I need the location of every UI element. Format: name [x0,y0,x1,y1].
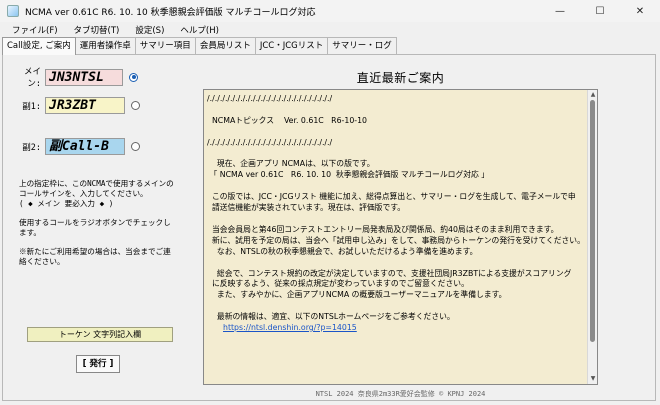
main-call-label: メイン: [23,67,41,89]
sub2-call-row: 副2: 副Call-B [13,138,140,155]
info-line: また、すみやかに、企画アプリNCMA の概要版ユーザーマニュアルを準備します。 [207,290,507,300]
instructions: 上の指定枠に、このNCMAで使用するメインのコールサインを、入力してください。 … [19,179,174,276]
title-bar: NCMA ver 0.61C R6. 10. 10 秋季懇親会評価版 マルチコー… [0,0,660,22]
info-link[interactable]: https://ntsl.denshin.org/?p=14015 [207,323,585,334]
info-line: 総会で、コンテスト規約の改定が決定していますので、支援社団局JR3ZBTによる支… [207,268,572,278]
info-line [207,301,585,312]
info-line: 新に、試用を予定の局は、当会へ「試用申し込み」をして、事務局からトーケンの発行を… [207,235,585,245]
info-text: /./././././././././././././././././././.… [207,94,585,334]
window-controls: — ☐ ✕ [540,0,660,22]
info-heading: 直近最新ご案内 [356,71,445,85]
maximize-button[interactable]: ☐ [580,0,620,22]
menu-file[interactable]: ファイル(F) [4,24,66,36]
info-line [207,127,585,138]
info-line: /./././././././././././././././././././.… [207,94,333,103]
scroll-up-icon[interactable]: ▲ [588,90,597,100]
sub2-call-radio[interactable] [131,142,140,151]
info-line: に反映するよう、従来の採点規定が変わっていますのでご留意ください。 [207,279,469,289]
info-line: 請送信機能が実装されています。現在は、評価版です。 [207,203,406,213]
sub1-call-label: 副1: [22,101,41,112]
main-call-input[interactable]: JN3NTSL [45,68,123,86]
info-line: 現在、企画アプリ NCMAは、以下の版です。 [207,159,375,169]
info-line: なお、NTSLの秋の秋季懇親会で、お試しいただけるよう準備を進めます。 [207,246,478,256]
close-button[interactable]: ✕ [620,0,660,22]
sub1-call-input[interactable]: JR3ZBT [45,97,125,114]
sub1-call-row: 副1: JR3ZBT [13,97,140,114]
sub2-call-label: 副2: [22,142,41,153]
info-line [207,105,585,116]
main-call-radio[interactable] [129,72,138,82]
menu-tab-switch[interactable]: タブ切替(T) [66,24,128,36]
tab-summary-items[interactable]: サマリー項目 [134,37,196,54]
tab-operator-console[interactable]: 運用者操作卓 [74,37,136,54]
instruction-contact: ※新たにご利用希望の場合は、当会までご連絡ください。 [19,247,171,266]
sub1-call-radio[interactable] [131,101,140,110]
issue-button[interactable]: [ 発行 ] [76,355,120,373]
minimize-button[interactable]: — [540,0,580,22]
info-scrollbar[interactable]: ▲ ▼ [587,90,597,384]
tab-strip: Call設定, ご案内 運用者操作卓 サマリー項目 会員局リスト JCC・JCG… [2,37,397,55]
info-line [207,181,585,192]
menu-settings[interactable]: 設定(S) [127,24,172,36]
tab-jcc-jcg-list[interactable]: JCC・JCGリスト [254,37,329,54]
info-line [207,214,585,225]
info-line: 当会会員局と第46回コンテストエントリー局発表局及び関係局、約40局はそのまま利… [207,224,559,234]
scroll-thumb[interactable] [590,100,595,342]
tab-summary-log[interactable]: サマリー・ログ [327,37,397,54]
token-input-button[interactable]: トーケン 文字列記入欄 [27,327,173,342]
tab-panel: メイン: JN3NTSL 副1: JR3ZBT 副2: 副Call-B 上の指定… [2,54,656,401]
info-line [207,149,585,160]
instruction-radio: 使用するコールをラジオボタンでチェックします。 [19,218,171,237]
info-line: 最新の情報は、適宜、以下のNTSLホームページをご参考ください。 [207,312,455,322]
sub2-call-input[interactable]: 副Call-B [45,138,125,155]
tab-call-settings[interactable]: Call設定, ご案内 [2,37,76,55]
app-icon [7,5,19,17]
footer-credit: NTSL 2024 奈良県2m33R愛好会監修 © KPNJ 2024 [315,390,486,398]
info-line: NCMAトピックス Ver. 0.61C R6-10-10 [207,115,368,125]
tab-member-list[interactable]: 会員局リスト [194,37,256,54]
menu-bar: ファイル(F) タブ切替(T) 設定(S) ヘルプ(H) [0,22,660,37]
instruction-main-call: 上の指定枠に、このNCMAで使用するメインのコールサインを、入力してください。 … [19,179,174,208]
main-call-row: メイン: JN3NTSL [13,65,138,89]
info-line: 「 NCMA ver 0.61C R6. 10. 10 秋季懇親会評価版 マルチ… [207,170,490,180]
menu-help[interactable]: ヘルプ(H) [172,24,227,36]
info-textbox[interactable]: /./././././././././././././././././././.… [203,89,598,385]
info-line [207,258,585,269]
info-line: /./././././././././././././././././././.… [207,137,333,147]
info-line: この版では、JCC・JCGリスト 機能に加え、総得点算出と、サマリー・ログを生成… [207,192,576,202]
scroll-down-icon[interactable]: ▼ [588,374,597,384]
window-title: NCMA ver 0.61C R6. 10. 10 秋季懇親会評価版 マルチコー… [25,7,316,18]
